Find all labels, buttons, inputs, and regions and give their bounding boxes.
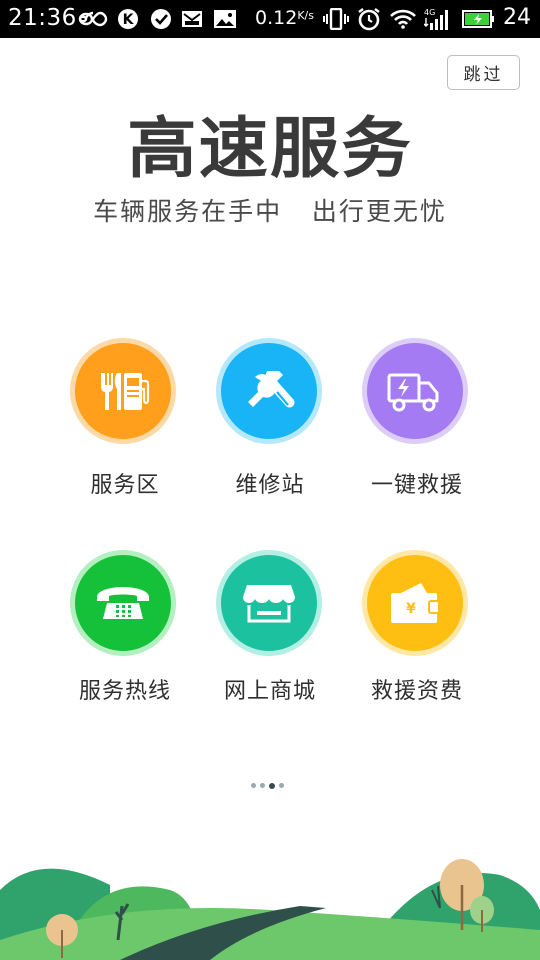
service-area-icon[interactable] (70, 338, 176, 444)
battery-level: 24 (503, 5, 531, 30)
page-title: 高速服务 (127, 110, 413, 187)
k-icon: K (116, 7, 140, 31)
signal-icon: 4G (424, 7, 454, 31)
telephone-icon[interactable] (70, 550, 176, 656)
service-item-label: 一键救援 (370, 473, 463, 498)
repair-tools-icon[interactable] (216, 338, 322, 444)
alarm-icon (356, 7, 382, 31)
pager-dot[interactable] (279, 783, 284, 788)
page-subtitle: 车辆服务在手中 出行更无忧 (93, 197, 447, 226)
service-item-label: 救援资费 (370, 679, 463, 704)
wifi-icon (390, 7, 416, 31)
service-item-label: 维修站 (235, 473, 305, 498)
pager-dot[interactable] (251, 783, 256, 788)
status-bar: 21:36 K 0.12K/s 4G 24 (0, 0, 540, 38)
wallet-yen-icon[interactable]: ¥ (362, 550, 468, 656)
mail-icon (180, 7, 204, 31)
battery-icon (462, 7, 496, 31)
pager-dot-active[interactable] (269, 782, 275, 789)
status-time: 21:36 (8, 5, 77, 31)
vibrate-icon (323, 7, 349, 31)
infinity-icon (78, 7, 108, 31)
net-speed: 0.12K/s (255, 7, 314, 29)
landscape-illustration (0, 859, 540, 960)
skip-button[interactable]: 跳过 (447, 55, 520, 90)
pager-dot[interactable] (260, 783, 265, 788)
check-icon (149, 7, 173, 31)
svg-text:4G: 4G (424, 8, 435, 17)
shop-icon[interactable] (216, 550, 322, 656)
svg-text:K: K (123, 12, 135, 28)
svg-text:¥: ¥ (406, 601, 416, 617)
service-item-label: 网上商城 (223, 679, 316, 704)
rescue-truck-icon[interactable] (362, 338, 468, 444)
service-item-label: 服务区 (90, 473, 160, 498)
pager-dots (251, 782, 284, 789)
image-icon (212, 7, 238, 31)
service-item-label: 服务热线 (78, 679, 171, 704)
